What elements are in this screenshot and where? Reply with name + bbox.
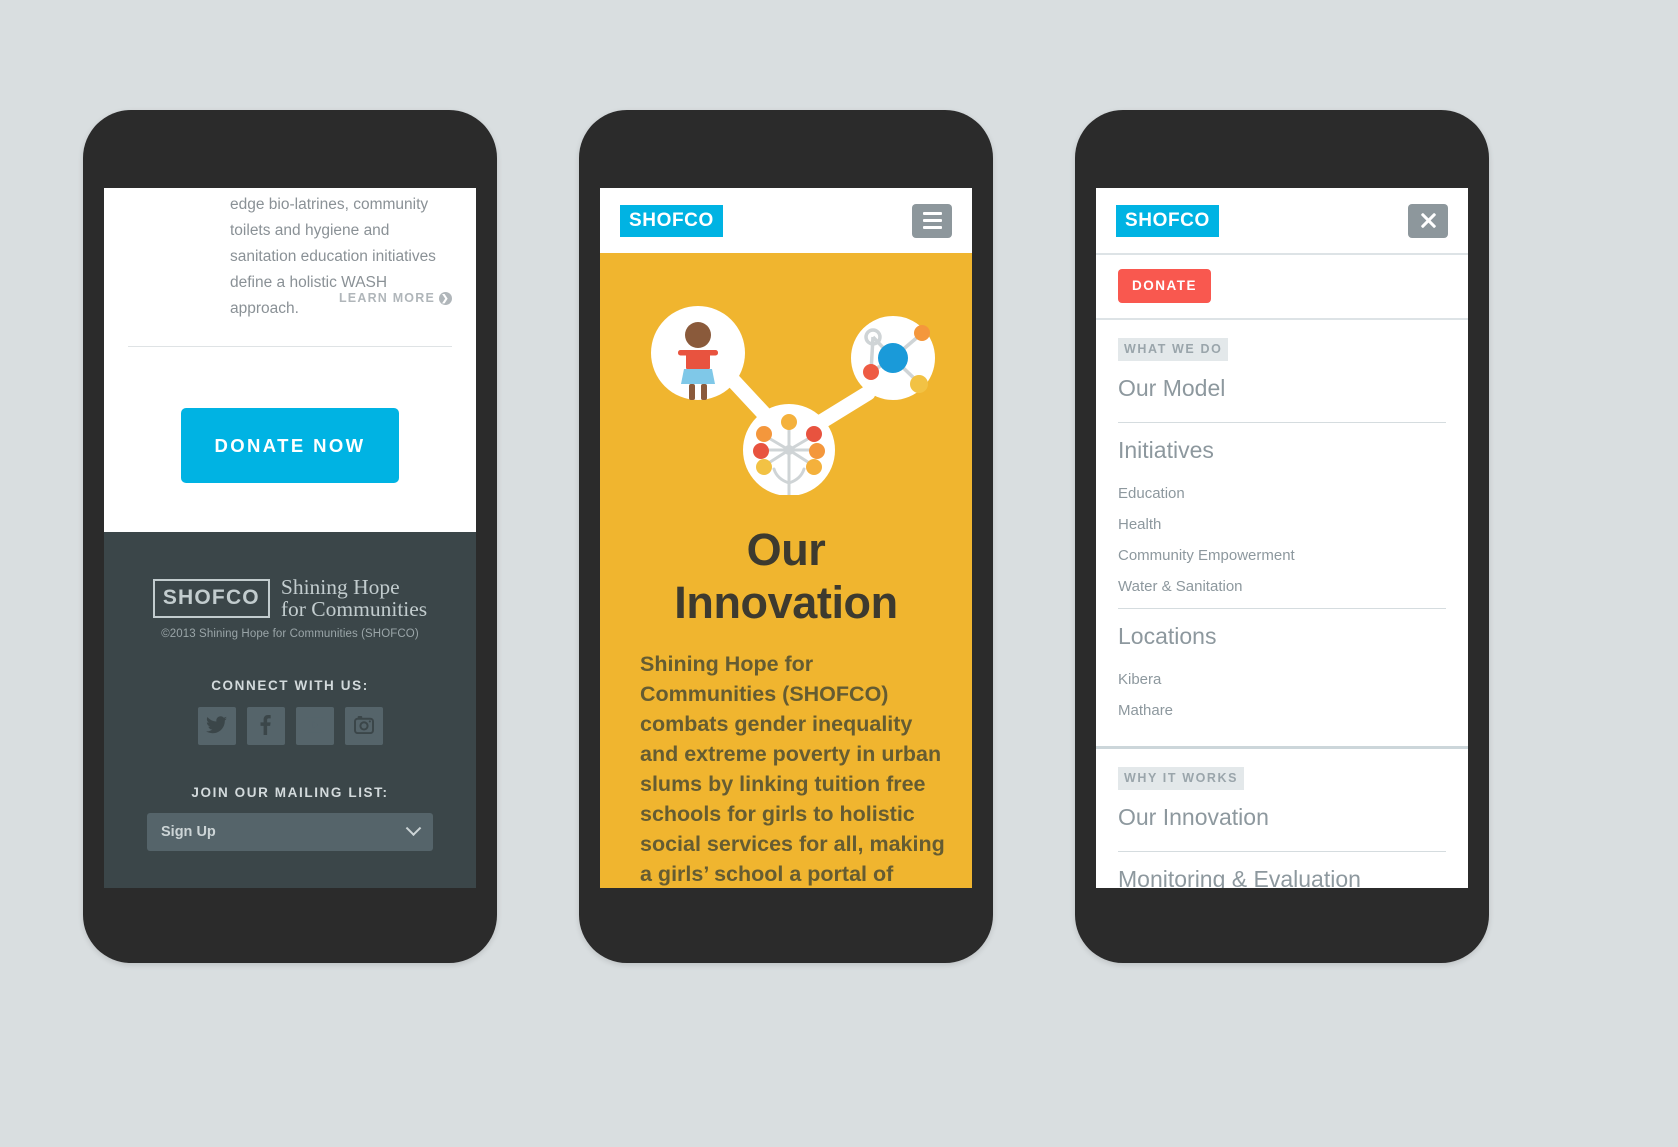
phone-3-screen: SHOFCO DONATE WHAT WE DO Our Model Initi…: [1096, 188, 1468, 888]
close-menu-button[interactable]: [1408, 203, 1448, 238]
menu-item-community-empowerment[interactable]: Community Empowerment: [1118, 542, 1446, 573]
menu-group-our-model: Our Model: [1118, 361, 1446, 422]
mailing-list-label: JOIN OUR MAILING LIST:: [191, 785, 389, 800]
section-tag-what-we-do: WHAT WE DO: [1118, 338, 1229, 361]
menu-item-health[interactable]: Health: [1118, 511, 1446, 542]
menu-item-kibera[interactable]: Kibera: [1118, 666, 1446, 697]
section-tag-why-it-works: WHY IT WORKS: [1118, 767, 1245, 790]
site-header-3: SHOFCO: [1096, 188, 1468, 253]
youtube-icon: [303, 716, 326, 736]
footer-tagline-line-2: for Communities: [280, 597, 428, 621]
menu-item-education[interactable]: Education: [1118, 480, 1446, 511]
screenshot-stage: edge bio-latrines, community toilets and…: [0, 0, 1678, 1147]
phone-2-screen: SHOFCO Our Innovation Shining Hope for C…: [600, 188, 972, 888]
hero-body-text: Shining Hope for Communities (SHOFCO) co…: [640, 652, 945, 886]
signup-select[interactable]: Sign Up: [147, 813, 433, 851]
learn-more-link[interactable]: LEARN MORE ❯: [339, 291, 452, 305]
twitter-button[interactable]: [197, 707, 236, 745]
section-divider: [128, 346, 452, 347]
copyright-text: ©2013 Shining Hope for Communities (SHOF…: [161, 628, 419, 640]
footer-logo-mark: SHOFCO: [152, 578, 270, 618]
instagram-button[interactable]: [344, 707, 383, 745]
instagram-icon: [353, 715, 374, 737]
donate-button[interactable]: DONATE: [1118, 269, 1211, 303]
menu-item-mathare[interactable]: Mathare: [1118, 697, 1446, 728]
phone-device-2: SHOFCO Our Innovation Shining Hope for C…: [579, 110, 993, 963]
innovation-network-illustration: [600, 265, 972, 497]
hero-title-line-2: Innovation: [674, 577, 898, 628]
menu-item-our-innovation[interactable]: Our Innovation: [1118, 790, 1446, 847]
chevron-right-icon: ❯: [439, 292, 452, 305]
menu-item-initiatives[interactable]: Initiatives: [1118, 423, 1446, 480]
shofco-logo-3[interactable]: SHOFCO: [1116, 204, 1219, 237]
chevron-down-icon: [405, 819, 422, 836]
site-header-2: SHOFCO: [600, 188, 972, 253]
signup-select-value: Sign Up: [161, 824, 216, 840]
menu-item-our-model[interactable]: Our Model: [1118, 361, 1446, 418]
hamburger-icon: [922, 226, 942, 229]
learn-more-label: LEARN MORE: [338, 291, 435, 305]
menu-group-initiatives: Initiatives Education Health Community E…: [1118, 423, 1446, 608]
hero-title-line-1: Our: [746, 524, 826, 575]
hero-title: Our Innovation: [600, 523, 972, 629]
hamburger-menu-button[interactable]: [912, 203, 952, 238]
hamburger-icon: [922, 219, 942, 222]
footer-tagline-line-1: Shining Hope: [280, 575, 400, 599]
footer-logo-lockup: SHOFCO Shining Hope for Communities: [104, 576, 476, 620]
phone-1-screen: edge bio-latrines, community toilets and…: [104, 188, 476, 888]
twitter-icon: [206, 715, 227, 737]
donate-row: DONATE: [1096, 255, 1468, 320]
menu-item-water-sanitation[interactable]: Water & Sanitation: [1118, 573, 1446, 604]
article-section: edge bio-latrines, community toilets and…: [104, 188, 476, 532]
menu-section-what-we-do: WHAT WE DO Our Model Initiatives Educati…: [1096, 320, 1468, 749]
connect-with-us-label: CONNECT WITH US:: [211, 678, 369, 693]
shofco-logo-2[interactable]: SHOFCO: [620, 204, 723, 237]
facebook-button[interactable]: [246, 707, 285, 745]
youtube-button[interactable]: [295, 707, 334, 745]
facebook-icon: [260, 714, 271, 738]
footer-logo-wordmark: Shining Hope for Communities: [281, 576, 427, 620]
menu-group-our-innovation: Our Innovation: [1118, 790, 1446, 851]
hamburger-icon: [922, 212, 942, 215]
menu-section-why-it-works: WHY IT WORKS Our Innovation Monitoring &…: [1096, 749, 1468, 888]
donate-now-button[interactable]: DONATE NOW: [181, 408, 399, 483]
phone-device-3: SHOFCO DONATE WHAT WE DO Our Model Initi…: [1075, 110, 1489, 963]
menu-group-monitoring-evaluation: Monitoring & Evaluation: [1118, 852, 1446, 888]
phone-device-1: edge bio-latrines, community toilets and…: [83, 110, 497, 963]
innovation-hero: Our Innovation Shining Hope for Communit…: [600, 253, 972, 888]
site-footer: SHOFCO Shining Hope for Communities ©201…: [104, 532, 476, 888]
social-links-row: [104, 707, 476, 745]
menu-item-monitoring-evaluation[interactable]: Monitoring & Evaluation: [1118, 852, 1446, 888]
menu-item-locations[interactable]: Locations: [1118, 609, 1446, 666]
menu-group-locations: Locations Kibera Mathare: [1118, 609, 1446, 732]
